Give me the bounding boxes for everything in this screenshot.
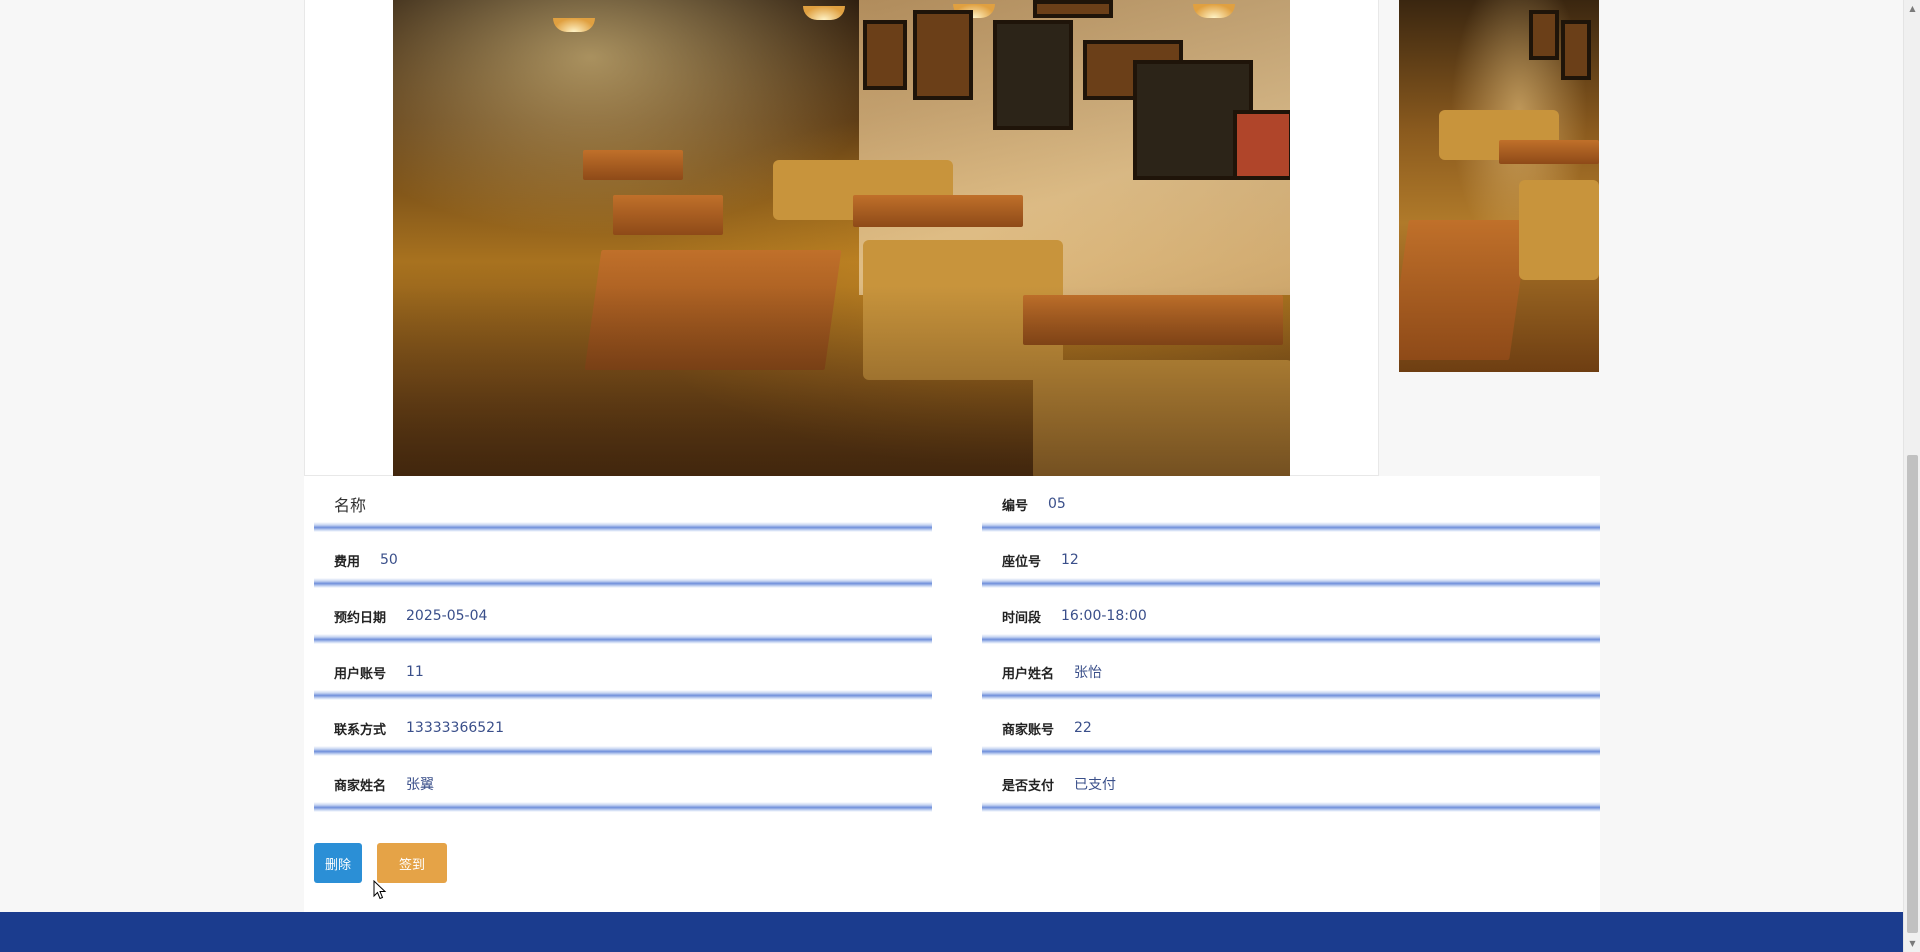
field-paid-label: 是否支付 [1002,778,1055,794]
field-contact: 联系方式 13333366521 [314,700,932,756]
field-paid-value: 已支付 [1074,777,1117,793]
scroll-up-arrow-icon[interactable]: ▲ [1904,0,1920,17]
field-booking-date-label: 预约日期 [334,610,387,626]
photo-table [1499,140,1599,164]
field-user-account-value: 11 [406,664,424,680]
field-number: 编号 05 [982,476,1600,532]
field-user-account: 用户账号 11 [314,644,932,700]
photo-lamp [803,6,845,20]
photo-frame [1561,20,1591,80]
photo-floor [393,285,1290,476]
photo-table [613,195,723,235]
field-user-account-label: 用户账号 [334,666,387,682]
mouse-cursor-icon [373,880,387,900]
scroll-down-arrow-icon[interactable]: ▼ [1904,935,1920,952]
field-fee-value: 50 [380,552,398,568]
photo-frame [913,10,973,100]
field-name-label: 名称 [334,496,367,515]
field-merchant-account: 商家账号 22 [982,700,1600,756]
field-contact-label: 联系方式 [334,722,387,738]
footer-bar [0,912,1903,952]
photo-sofa [1519,180,1599,280]
field-seat-no: 座位号 12 [982,532,1600,588]
field-seat-no-value: 12 [1061,552,1079,568]
field-user-name-label: 用户姓名 [1002,666,1055,682]
field-number-value: 05 [1048,496,1066,512]
photo-table [583,150,683,180]
field-fee-label: 费用 [334,554,361,570]
field-merchant-name-value: 张翼 [406,777,435,793]
field-user-name-value: 张怡 [1074,665,1103,681]
photo-lamp [553,18,595,32]
delete-button[interactable]: 删除 [314,843,362,883]
photo-table [853,195,1023,227]
field-paid: 是否支付 已支付 [982,756,1600,812]
field-time-slot: 时间段 16:00-18:00 [982,588,1600,644]
field-user-name: 用户姓名 张怡 [982,644,1600,700]
scrollbar-thumb[interactable] [1907,455,1918,933]
field-merchant-name-label: 商家姓名 [334,778,387,794]
checkin-button[interactable]: 签到 [377,843,447,883]
field-seat-no-label: 座位号 [1002,554,1042,570]
photo-frame [1233,110,1290,180]
thumbnail-photo[interactable] [1399,0,1599,372]
field-name: 名称 [314,476,932,532]
photo-frame [1033,0,1113,18]
field-merchant-name: 商家姓名 张翼 [314,756,932,812]
field-merchant-account-value: 22 [1074,720,1092,736]
booking-details: 名称 编号 05 费用 50 座位号 12 预约日期 2025-05-04 时间… [304,476,1600,912]
photo-frame [1529,10,1559,60]
photo-frame [993,20,1073,130]
field-booking-date-value: 2025-05-04 [406,608,488,624]
photo-table [1399,220,1529,360]
photo-frame [863,20,907,90]
field-merchant-account-label: 商家账号 [1002,722,1055,738]
vertical-scrollbar[interactable]: ▲ ▼ [1903,0,1920,952]
field-contact-value: 13333366521 [406,720,504,736]
field-fee: 费用 50 [314,532,932,588]
field-booking-date: 预约日期 2025-05-04 [314,588,932,644]
field-time-slot-label: 时间段 [1002,610,1042,626]
photo-card [304,0,1379,476]
field-time-slot-value: 16:00-18:00 [1061,608,1147,624]
main-photo[interactable] [393,0,1290,476]
field-number-label: 编号 [1002,498,1029,514]
